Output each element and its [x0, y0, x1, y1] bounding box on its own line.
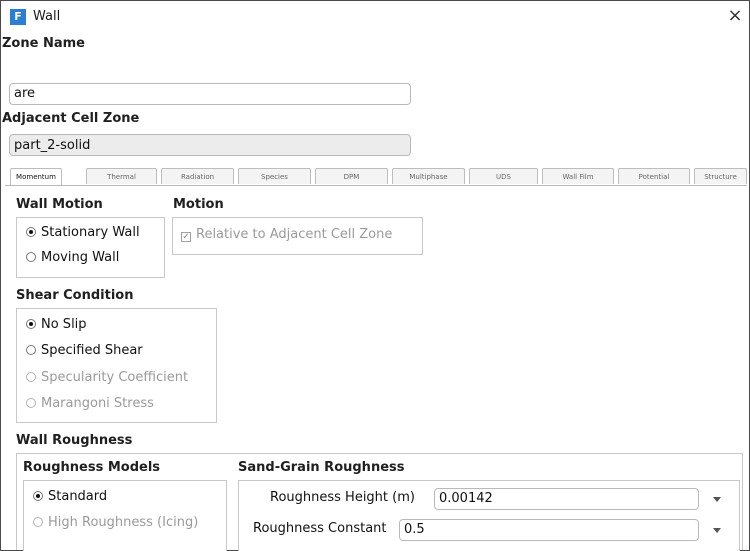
motion-group: ✓ Relative to Adjacent Cell Zone: [172, 217, 423, 255]
wall-roughness-group: Roughness Models Standard High Roughness…: [16, 453, 743, 551]
tab-dpm[interactable]: DPM: [315, 168, 388, 184]
zone-name-input[interactable]: [9, 83, 411, 105]
tab-species[interactable]: Species: [238, 168, 311, 184]
moving-wall-radio[interactable]: Moving Wall: [26, 250, 119, 265]
tab-momentum[interactable]: Momentum: [10, 168, 62, 185]
checkbox-checked-icon: ✓: [181, 232, 191, 242]
stationary-wall-label: Stationary Wall: [41, 225, 140, 240]
marangoni-stress-label: Marangoni Stress: [41, 396, 154, 411]
specularity-coefficient-label: Specularity Coefficient: [41, 370, 189, 385]
tab-bar: Momentum Thermal Radiation Species DPM M…: [5, 168, 747, 186]
relative-to-adjacent-label: Relative to Adjacent Cell Zone: [196, 227, 393, 242]
roughness-height-label: Roughness Height (m): [270, 490, 415, 505]
stationary-wall-radio[interactable]: Stationary Wall: [26, 225, 140, 240]
tab-uds[interactable]: UDS: [469, 168, 538, 184]
radio-disabled-icon: [33, 517, 43, 527]
window-title: Wall: [33, 9, 61, 24]
wall-motion-group: Stationary Wall Moving Wall: [16, 217, 165, 278]
tab-radiation[interactable]: Radiation: [161, 168, 234, 184]
roughness-height-dropdown-icon[interactable]: [713, 497, 721, 502]
tab-multiphase[interactable]: Multiphase: [392, 168, 465, 184]
no-slip-label: No Slip: [41, 317, 87, 332]
shear-condition-heading: Shear Condition: [16, 288, 134, 303]
specularity-coefficient-radio[interactable]: Specularity Coefficient: [26, 370, 188, 385]
wall-dialog: F Wall × Zone Name Adjacent Cell Zone pa…: [0, 0, 750, 551]
adjacent-cell-zone-label: Adjacent Cell Zone: [2, 111, 140, 126]
standard-radio[interactable]: Standard: [33, 489, 107, 504]
high-roughness-icing-radio[interactable]: High Roughness (Icing): [33, 515, 198, 530]
standard-label: Standard: [48, 489, 108, 504]
roughness-constant-label: Roughness Constant: [253, 521, 387, 536]
roughness-models-heading: Roughness Models: [23, 460, 161, 475]
radio-disabled-icon: [26, 372, 36, 382]
adjacent-cell-zone-field: part_2-solid: [9, 134, 411, 156]
motion-heading: Motion: [173, 197, 224, 212]
marangoni-stress-radio[interactable]: Marangoni Stress: [26, 396, 154, 411]
tab-thermal[interactable]: Thermal: [86, 168, 157, 184]
radio-selected-icon: [33, 491, 43, 501]
wall-roughness-heading: Wall Roughness: [16, 433, 133, 448]
radio-selected-icon: [26, 319, 36, 329]
radio-unselected-icon: [26, 252, 36, 262]
moving-wall-label: Moving Wall: [41, 250, 120, 265]
high-roughness-icing-label: High Roughness (Icing): [48, 515, 199, 530]
tab-structure[interactable]: Structure: [694, 168, 747, 184]
wall-motion-heading: Wall Motion: [16, 197, 103, 212]
fluent-app-icon: F: [10, 9, 26, 25]
relative-to-adjacent-checkbox[interactable]: ✓ Relative to Adjacent Cell Zone: [181, 227, 392, 242]
roughness-height-input[interactable]: [434, 488, 699, 510]
tab-potential[interactable]: Potential: [618, 168, 690, 184]
close-icon[interactable]: ×: [723, 3, 747, 29]
radio-disabled-icon: [26, 398, 36, 408]
zone-name-label: Zone Name: [2, 36, 85, 51]
title-bar: F Wall ×: [1, 1, 749, 33]
no-slip-radio[interactable]: No Slip: [26, 317, 87, 332]
roughness-constant-dropdown-icon[interactable]: [713, 528, 721, 533]
radio-unselected-icon: [26, 345, 36, 355]
shear-condition-group: No Slip Specified Shear Specularity Coef…: [16, 308, 217, 423]
roughness-constant-input[interactable]: [399, 519, 699, 541]
radio-selected-icon: [26, 227, 36, 237]
sand-grain-roughness-group: Roughness Height (m) Roughness Constant: [238, 480, 740, 551]
roughness-models-group: Standard High Roughness (Icing): [23, 480, 227, 551]
specified-shear-label: Specified Shear: [41, 343, 143, 358]
sand-grain-roughness-heading: Sand-Grain Roughness: [238, 460, 405, 475]
tab-wall-film[interactable]: Wall Film: [542, 168, 614, 184]
specified-shear-radio[interactable]: Specified Shear: [26, 343, 143, 358]
